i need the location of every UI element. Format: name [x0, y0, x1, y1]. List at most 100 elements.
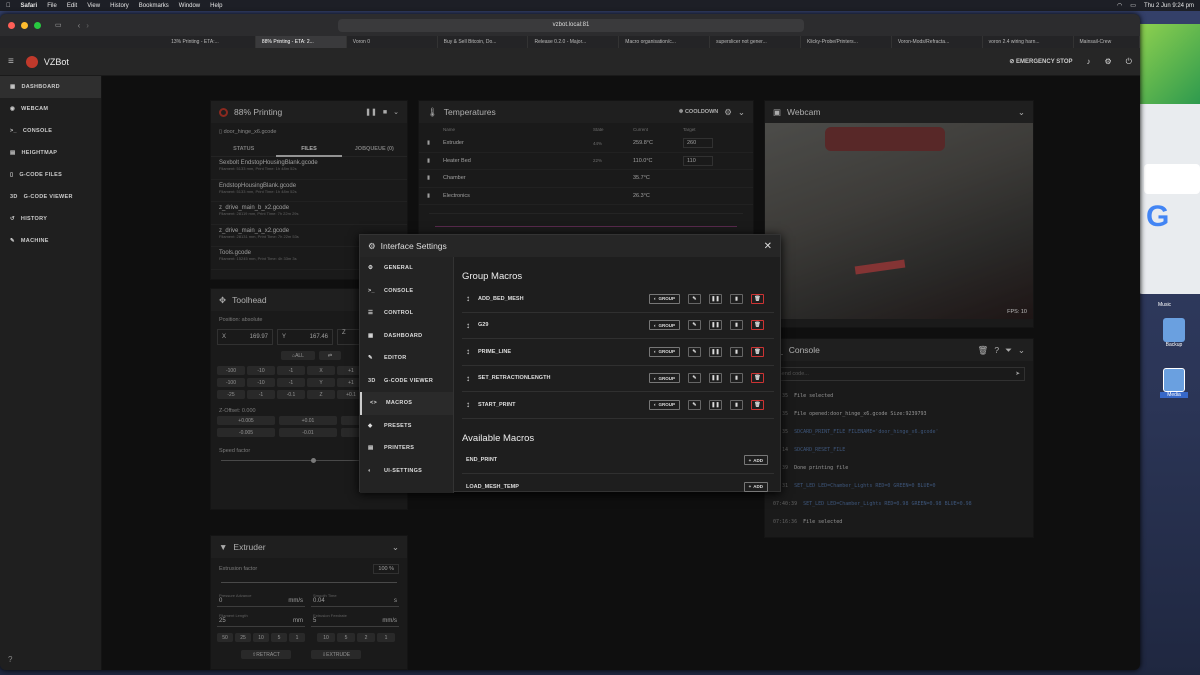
drag-handle-icon[interactable]: ↕: [466, 400, 470, 409]
settings-nav-presets[interactable]: ◆ PRESETS: [360, 415, 453, 438]
delete-icon[interactable]: 🗑: [751, 346, 764, 357]
settings-nav-ui-settings[interactable]: ◐ UI-SETTINGS: [360, 460, 453, 483]
browser-tab[interactable]: 13% Printing - ETA:...: [165, 36, 256, 48]
battery-icon[interactable]: ▭: [1130, 2, 1136, 9]
clock[interactable]: Thu 2 Jun 9:24 pm: [1144, 3, 1194, 9]
flag-icon[interactable]: ▮: [730, 320, 743, 331]
dock-item-backup[interactable]: Backup: [1160, 318, 1188, 348]
settings-nav-g-code-viewer[interactable]: 3D G-CODE VIEWER: [360, 370, 453, 393]
pencil-icon[interactable]: ✎: [688, 399, 701, 410]
pencil-icon[interactable]: ✎: [688, 320, 701, 331]
macro-name: START_PRINT: [478, 401, 516, 408]
forward-icon[interactable]: ›: [86, 21, 89, 30]
settings-nav-macros[interactable]: <> MACROS: [360, 392, 453, 415]
sidebar-item-console[interactable]: >_ CONSOLE: [0, 120, 101, 142]
browser-tab[interactable]: Buy & Sell Bitcoin, Do...: [438, 36, 529, 48]
group-button[interactable]: ◐ GROUP: [648, 293, 680, 304]
delete-icon[interactable]: 🗑: [751, 320, 764, 331]
pause-icon[interactable]: ❚❚: [709, 373, 722, 384]
close-icon[interactable]: ✕: [764, 241, 772, 252]
zoom-icon[interactable]: [34, 21, 41, 29]
menu-window[interactable]: Window: [179, 3, 200, 9]
settings-nav-control[interactable]: ☰ CONTROL: [360, 302, 453, 325]
menu-file[interactable]: File: [47, 3, 57, 9]
menu-help[interactable]: Help: [210, 3, 222, 9]
settings-nav-console[interactable]: >_ CONSOLE: [360, 280, 453, 303]
group-button[interactable]: ◐ GROUP: [648, 373, 680, 384]
settings-nav-printers[interactable]: ▤ PRINTERS: [360, 437, 453, 460]
flag-icon[interactable]: ▮: [730, 293, 743, 304]
app-title: VZBot: [43, 56, 69, 67]
browser-tab[interactable]: 88% Printing - ETA: 2...: [255, 36, 347, 48]
pause-icon[interactable]: ❚❚: [709, 293, 722, 304]
sidebar-item-webcam[interactable]: ◉ WEBCAM: [0, 98, 101, 120]
menu-edit[interactable]: Edit: [67, 3, 77, 9]
pencil-icon[interactable]: ✎: [688, 373, 701, 384]
sidebar-item-dashboard[interactable]: ▦ DASHBOARD: [0, 76, 101, 98]
browser-tab[interactable]: Klicky-Probe/Printers...: [801, 36, 892, 48]
wifi-icon[interactable]: ◠: [1117, 2, 1122, 9]
menu-view[interactable]: View: [87, 3, 100, 9]
group-button[interactable]: ◐ GROUP: [648, 399, 680, 410]
bell-icon[interactable]: ♪: [1087, 57, 1091, 66]
browser-tab[interactable]: Voron 0: [347, 36, 438, 48]
flag-icon[interactable]: ▮: [730, 346, 743, 357]
pause-icon[interactable]: ❚❚: [709, 399, 722, 410]
minimize-icon[interactable]: [21, 21, 28, 29]
menu-icon[interactable]: ≡: [8, 56, 14, 67]
nav-label: UI-SETTINGS: [384, 467, 423, 474]
pencil-icon[interactable]: ✎: [688, 346, 701, 357]
browser-tab[interactable]: voron 2.4 wiring harn...: [983, 36, 1074, 48]
delete-icon[interactable]: 🗑: [751, 373, 764, 384]
group-label: GROUP: [658, 402, 675, 408]
browser-tab[interactable]: Release 0.2.0 - Major...: [528, 36, 620, 48]
sidebar-item-gcode-viewer[interactable]: 3D G-CODE VIEWER: [0, 186, 101, 208]
dock-item-music[interactable]: Music: [1158, 302, 1171, 308]
pause-icon[interactable]: ❚❚: [709, 346, 722, 357]
group-button[interactable]: ◐ GROUP: [648, 346, 680, 357]
menu-bookmarks[interactable]: Bookmarks: [139, 3, 169, 9]
drag-handle-icon[interactable]: ↕: [466, 321, 470, 330]
sidebar-item-gcode-files[interactable]: ▯ G-CODE FILES: [0, 164, 101, 186]
sidebar-item-heightmap[interactable]: ▤ HEIGHTMAP: [0, 142, 101, 164]
browser-tab[interactable]: Macro organisation/c...: [619, 36, 711, 48]
apple-icon[interactable]: : [6, 3, 11, 9]
flag-icon[interactable]: ▮: [730, 399, 743, 410]
macro-row: ↕ SET_RETRACTIONLENGTH ◐ GROUP ✎ ❚❚ ▮ 🗑: [462, 366, 774, 392]
back-icon[interactable]: ‹: [78, 21, 81, 30]
palette-icon: ◐: [653, 296, 657, 302]
menu-app[interactable]: Safari: [21, 3, 38, 9]
settings-nav-general[interactable]: ⚙ GENERAL: [360, 257, 453, 280]
pencil-icon[interactable]: ✎: [688, 293, 701, 304]
url-bar[interactable]: vzbot.local:81: [338, 19, 804, 32]
power-icon[interactable]: ⏻: [1126, 57, 1132, 67]
menu-history[interactable]: History: [110, 3, 129, 9]
background-window: G: [1138, 24, 1200, 294]
add-macro-button[interactable]: + ADD: [743, 455, 768, 466]
close-icon[interactable]: [8, 21, 15, 29]
browser-tab[interactable]: superslicer not gener...: [710, 36, 801, 48]
settings-icon[interactable]: ⚙: [1105, 57, 1112, 66]
dock-item-media[interactable]: Media: [1160, 368, 1188, 398]
browser-tab[interactable]: Mainsail-Crew: [1074, 36, 1140, 48]
drag-handle-icon[interactable]: ↕: [466, 294, 470, 303]
help-icon[interactable]: ?: [8, 655, 12, 664]
pinned-tabs[interactable]: [0, 36, 165, 48]
delete-icon[interactable]: 🗑: [751, 399, 764, 410]
sidebar-item-history[interactable]: ↺ HISTORY: [0, 208, 101, 230]
sidebar-toggle-icon[interactable]: ▭: [55, 21, 62, 29]
group-button[interactable]: ◐ GROUP: [648, 320, 680, 331]
settings-nav-dashboard[interactable]: ▦ DASHBOARD: [360, 325, 453, 348]
flag-icon[interactable]: ▮: [730, 373, 743, 384]
nav-icon: >_: [368, 287, 375, 294]
emergency-stop-button[interactable]: ⊘ EMERGENCY STOP: [1009, 58, 1072, 65]
delete-icon[interactable]: 🗑: [751, 293, 764, 304]
sidebar-item-machine[interactable]: ✎ MACHINE: [0, 230, 101, 252]
drag-handle-icon[interactable]: ↕: [466, 374, 470, 383]
browser-tab[interactable]: Voron-Mods/Refracta...: [892, 36, 983, 48]
drag-handle-icon[interactable]: ↕: [466, 347, 470, 356]
add-macro-button[interactable]: + ADD: [743, 481, 768, 492]
settings-nav-editor[interactable]: ✎ EDITOR: [360, 347, 453, 370]
add-label: ADD: [753, 484, 763, 490]
pause-icon[interactable]: ❚❚: [709, 320, 722, 331]
